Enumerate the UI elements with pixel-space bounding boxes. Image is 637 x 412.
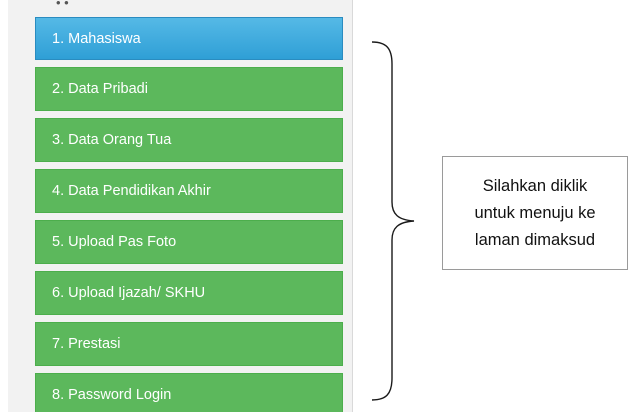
menu-item-label: 7. Prestasi xyxy=(52,336,121,352)
menu-item-label: 3. Data Orang Tua xyxy=(52,132,172,148)
curly-brace-annotation xyxy=(371,41,415,401)
menu-item-mahasiswa[interactable]: 1. Mahasiswa xyxy=(35,17,343,60)
menu-item-password-login[interactable]: 8. Password Login xyxy=(35,373,343,412)
menu-item-data-orang-tua[interactable]: 3. Data Orang Tua xyxy=(35,118,343,162)
callout-line: untuk menuju ke xyxy=(474,203,596,222)
menu-item-label: 2. Data Pribadi xyxy=(52,81,148,97)
callout-line: Silahkan diklik xyxy=(482,176,588,195)
menu-item-data-pendidikan-akhir[interactable]: 4. Data Pendidikan Akhir xyxy=(35,169,343,213)
page: • • 1. Mahasiswa 2. Data Pribadi 3. Data… xyxy=(0,0,637,412)
menu-item-upload-ijazah-skhu[interactable]: 6. Upload Ijazah/ SKHU xyxy=(35,271,343,315)
menu-item-label: 4. Data Pendidikan Akhir xyxy=(52,183,211,199)
annotation-callout: Silahkan diklik untuk menuju ke laman di… xyxy=(442,156,628,270)
menu-item-data-pribadi[interactable]: 2. Data Pribadi xyxy=(35,67,343,111)
cut-off-text: • • xyxy=(56,0,69,9)
menu-item-label: 5. Upload Pas Foto xyxy=(52,234,177,250)
menu-item-label: 1. Mahasiswa xyxy=(52,30,141,47)
menu-item-label: 8. Password Login xyxy=(52,387,172,403)
callout-line: laman dimaksud xyxy=(474,230,596,249)
navigation-menu: 1. Mahasiswa 2. Data Pribadi 3. Data Ora… xyxy=(35,17,343,412)
menu-item-upload-pas-foto[interactable]: 5. Upload Pas Foto xyxy=(35,220,343,264)
menu-item-label: 6. Upload Ijazah/ SKHU xyxy=(52,285,206,301)
menu-item-prestasi[interactable]: 7. Prestasi xyxy=(35,322,343,366)
